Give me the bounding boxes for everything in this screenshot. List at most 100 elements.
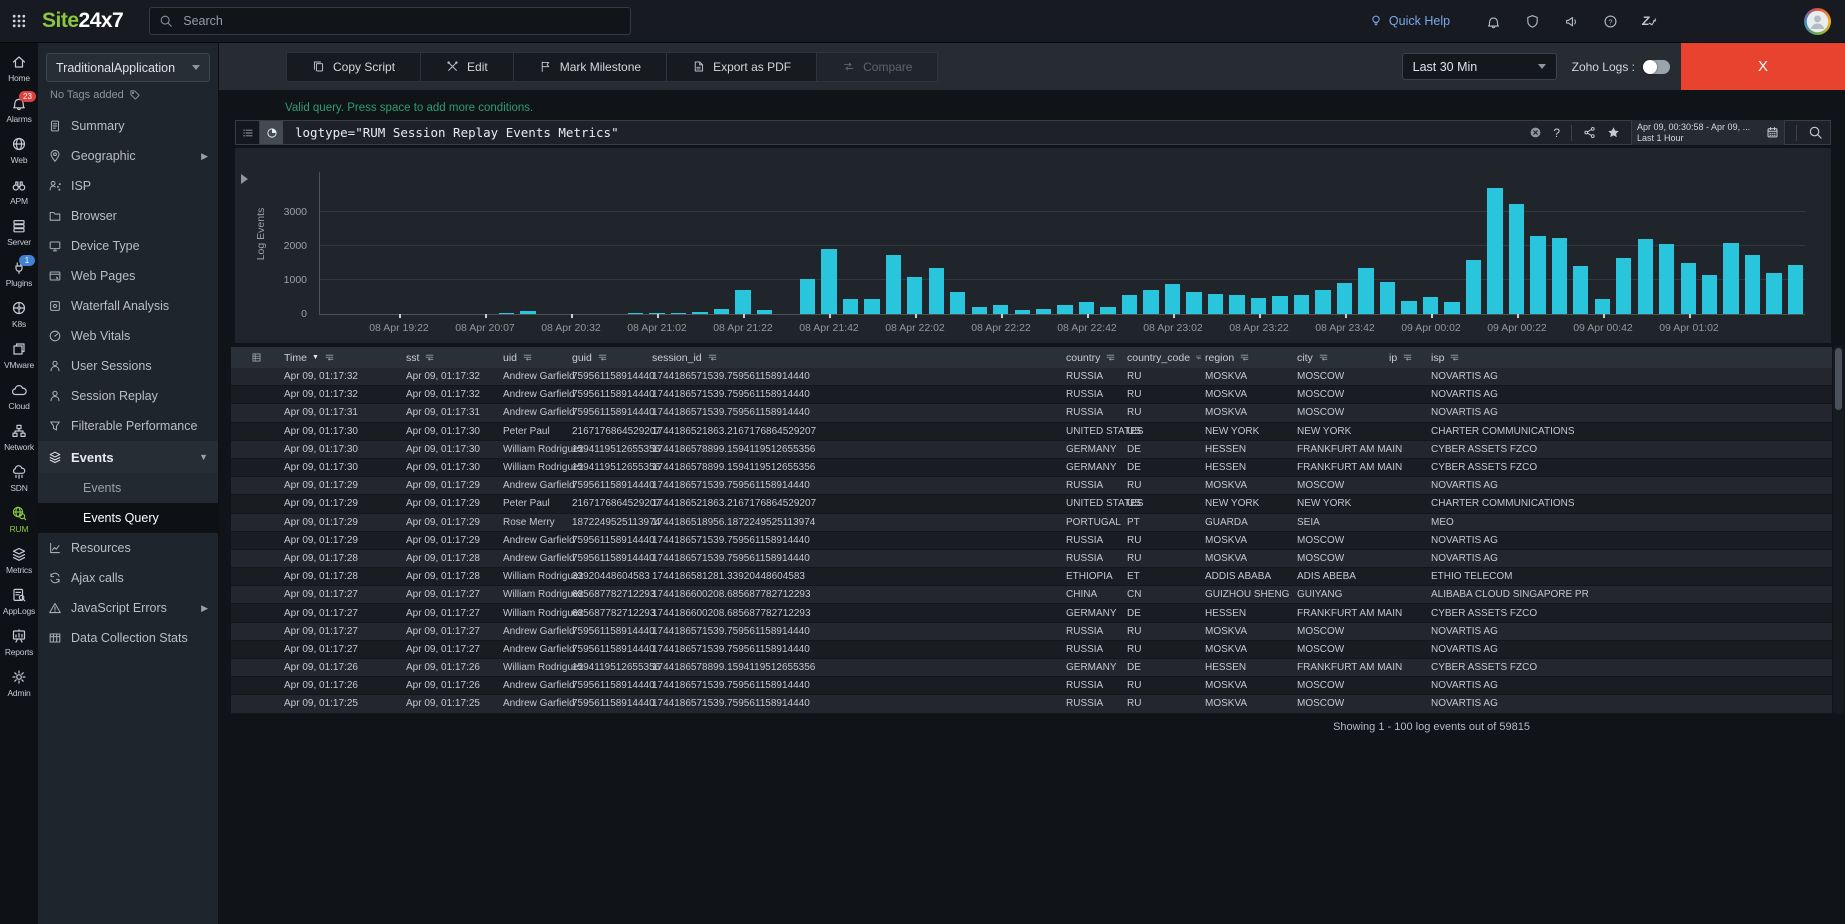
bar-27[interactable] xyxy=(907,277,922,314)
copy-script-button[interactable]: Copy Script xyxy=(287,53,421,81)
time-range-select[interactable]: Last 30 Min xyxy=(1402,53,1557,80)
table-row[interactable]: Apr 09, 01:17:29Apr 09, 01:17:29Peter Pa… xyxy=(231,495,1832,513)
monitor-selector[interactable]: TraditionalApplication xyxy=(46,53,210,82)
bar-51[interactable] xyxy=(1423,297,1438,314)
bar-19[interactable] xyxy=(735,290,750,314)
zoho-logs-toggle[interactable] xyxy=(1643,60,1670,74)
app-grid-button[interactable] xyxy=(0,13,38,29)
query-input[interactable]: logtype="RUM Session Replay Events Metri… xyxy=(295,125,619,140)
help-icon[interactable]: ? xyxy=(1603,14,1618,29)
collapse-chart-icon[interactable] xyxy=(241,174,248,184)
bar-46[interactable] xyxy=(1315,290,1330,314)
bar-36[interactable] xyxy=(1100,307,1115,314)
bar-50[interactable] xyxy=(1401,301,1416,314)
rail-item-reports[interactable]: Reports xyxy=(0,621,38,662)
table-row[interactable]: Apr 09, 01:17:27Apr 09, 01:17:27William … xyxy=(231,604,1832,622)
bar-14[interactable] xyxy=(628,313,643,315)
notifications-icon[interactable] xyxy=(1486,14,1501,29)
sidebar-item-browser[interactable]: Browser xyxy=(38,201,218,231)
table-row[interactable]: Apr 09, 01:17:28Apr 09, 01:17:28Andrew G… xyxy=(231,550,1832,568)
share-icon[interactable] xyxy=(1583,126,1596,139)
bar-34[interactable] xyxy=(1057,305,1072,314)
sidebar-item-summary[interactable]: Summary xyxy=(38,111,218,141)
column-header-session_id[interactable]: session_id xyxy=(649,352,1063,364)
bar-25[interactable] xyxy=(864,299,879,314)
table-row[interactable]: Apr 09, 01:17:27Apr 09, 01:17:27Andrew G… xyxy=(231,641,1832,659)
rail-item-web[interactable]: Web xyxy=(0,129,38,170)
rail-item-metrics[interactable]: Metrics xyxy=(0,539,38,580)
export-pdf-button[interactable]: Export as PDF xyxy=(667,53,817,81)
rail-item-alarms[interactable]: Alarms23 xyxy=(0,88,38,129)
bar-38[interactable] xyxy=(1143,290,1158,314)
rail-item-network[interactable]: Network xyxy=(0,416,38,457)
bar-61[interactable] xyxy=(1638,239,1653,314)
rail-item-cloud[interactable]: Cloud xyxy=(0,375,38,416)
rail-item-sdn[interactable]: SDN xyxy=(0,457,38,498)
column-header-isp[interactable]: isp xyxy=(1428,352,1832,364)
sidebar-item-resources[interactable]: Resources xyxy=(38,533,218,563)
query-list-button[interactable] xyxy=(236,121,260,144)
column-header-country[interactable]: country xyxy=(1063,352,1124,364)
bar-49[interactable] xyxy=(1380,282,1395,314)
mark-milestone-button[interactable]: Mark Milestone xyxy=(514,53,667,81)
bar-42[interactable] xyxy=(1229,295,1244,314)
table-row[interactable]: Apr 09, 01:17:30Apr 09, 01:17:30William … xyxy=(231,459,1832,477)
bar-29[interactable] xyxy=(950,292,965,314)
zoho-apps-icon[interactable]: Z⍻ xyxy=(1642,14,1654,29)
bar-58[interactable] xyxy=(1573,266,1588,314)
bar-31[interactable] xyxy=(993,305,1008,314)
sidebar-item-events[interactable]: Events▼ xyxy=(38,441,218,473)
rail-item-server[interactable]: Server xyxy=(0,211,38,252)
bar-9[interactable] xyxy=(520,311,535,314)
bar-16[interactable] xyxy=(671,313,686,315)
rail-item-apm[interactable]: APM xyxy=(0,170,38,211)
query-chart-button[interactable] xyxy=(260,121,283,144)
bar-37[interactable] xyxy=(1122,295,1137,314)
sidebar-item-data-collection-stats[interactable]: Data Collection Stats xyxy=(38,623,218,653)
bar-48[interactable] xyxy=(1358,268,1373,314)
column-header-ip[interactable]: ip xyxy=(1386,352,1428,364)
bar-32[interactable] xyxy=(1015,310,1030,314)
sidebar-item-session-replay[interactable]: Session Replay xyxy=(38,381,218,411)
bar-43[interactable] xyxy=(1251,298,1266,314)
quick-help-link[interactable]: Quick Help xyxy=(1369,14,1450,28)
announcements-icon[interactable] xyxy=(1564,14,1579,29)
bar-28[interactable] xyxy=(929,268,944,314)
sidebar-item-user-sessions[interactable]: User Sessions xyxy=(38,351,218,381)
user-avatar[interactable] xyxy=(1804,8,1831,35)
bar-54[interactable] xyxy=(1487,188,1502,314)
bar-30[interactable] xyxy=(972,307,987,314)
column-header-uid[interactable]: uid xyxy=(500,352,569,364)
column-header-country_code[interactable]: country_code xyxy=(1124,352,1202,364)
bar-66[interactable] xyxy=(1745,255,1760,315)
bar-57[interactable] xyxy=(1552,238,1567,315)
rail-item-home[interactable]: Home xyxy=(0,47,38,88)
bar-23[interactable] xyxy=(821,249,836,314)
clear-query-icon[interactable] xyxy=(1529,126,1542,139)
bar-63[interactable] xyxy=(1681,263,1696,314)
bar-64[interactable] xyxy=(1702,275,1717,314)
bar-52[interactable] xyxy=(1444,302,1459,314)
table-row[interactable]: Apr 09, 01:17:28Apr 09, 01:17:28William … xyxy=(231,568,1832,586)
table-row[interactable]: Apr 09, 01:17:32Apr 09, 01:17:32Andrew G… xyxy=(231,368,1832,386)
rail-item-vmware[interactable]: VMware xyxy=(0,334,38,375)
bar-24[interactable] xyxy=(843,299,858,314)
sidebar-item-web-vitals[interactable]: Web Vitals xyxy=(38,321,218,351)
bar-45[interactable] xyxy=(1294,295,1309,314)
table-row[interactable]: Apr 09, 01:17:30Apr 09, 01:17:30Peter Pa… xyxy=(231,423,1832,441)
sidebar-item-javascript-errors[interactable]: JavaScript Errors▶ xyxy=(38,593,218,623)
bar-55[interactable] xyxy=(1509,204,1524,315)
search-input[interactable] xyxy=(181,13,621,29)
run-search-icon[interactable] xyxy=(1808,125,1823,140)
sidebar-item-waterfall-analysis[interactable]: Waterfall Analysis xyxy=(38,291,218,321)
rail-item-admin[interactable]: Admin xyxy=(0,662,38,703)
table-row[interactable]: Apr 09, 01:17:25Apr 09, 01:17:25Andrew G… xyxy=(231,695,1832,713)
table-scrollbar[interactable] xyxy=(1833,346,1844,714)
bar-35[interactable] xyxy=(1079,302,1094,314)
column-header-city[interactable]: city xyxy=(1294,352,1386,364)
query-help-icon[interactable]: ? xyxy=(1553,126,1560,140)
sidebar-item-filterable-performance[interactable]: Filterable Performance xyxy=(38,411,218,441)
bar-67[interactable] xyxy=(1766,273,1781,314)
bar-22[interactable] xyxy=(800,279,815,314)
bar-18[interactable] xyxy=(714,309,729,314)
